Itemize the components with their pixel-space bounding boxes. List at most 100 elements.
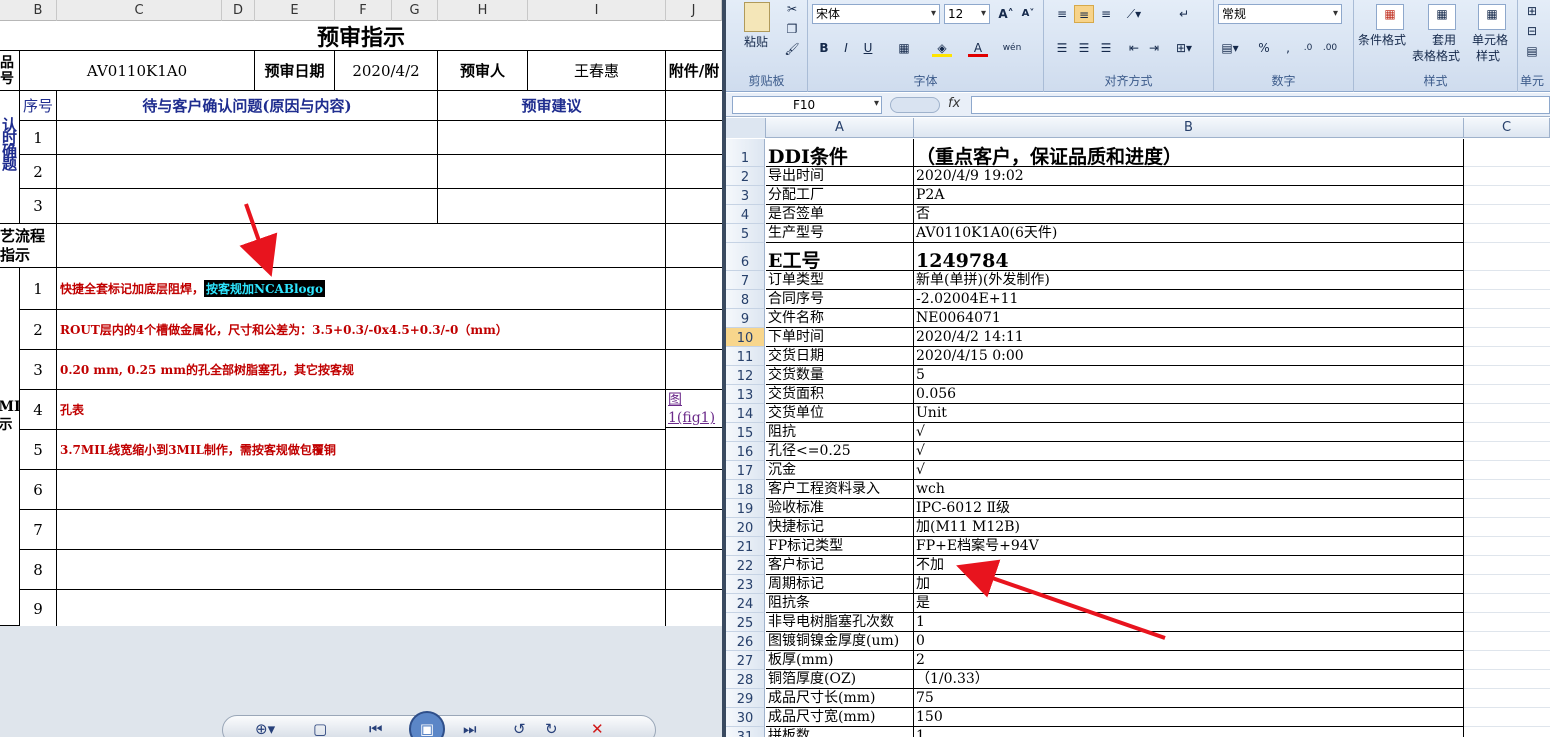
- cell-c[interactable]: [1464, 366, 1550, 385]
- cell-a[interactable]: 交货单位: [766, 404, 914, 423]
- align-top-icon[interactable]: ≡: [1052, 5, 1072, 23]
- confirm-advice-cell[interactable]: [438, 155, 666, 189]
- align-bottom-icon[interactable]: ≡: [1096, 5, 1116, 23]
- cell-b[interactable]: 加(M11 M12B): [914, 518, 1464, 537]
- row-header[interactable]: 5: [726, 224, 765, 243]
- cell-b[interactable]: Unit: [914, 404, 1464, 423]
- align-right-icon[interactable]: ☰: [1096, 39, 1116, 57]
- cell-b[interactable]: 1: [914, 727, 1464, 737]
- process-cell[interactable]: [57, 224, 666, 268]
- cell-a[interactable]: 阻抗: [766, 423, 914, 442]
- decrease-indent-icon[interactable]: ⇤: [1124, 39, 1144, 57]
- cell-c[interactable]: [1464, 205, 1550, 224]
- conditional-format-button[interactable]: 条件格式: [1358, 31, 1406, 48]
- row-header[interactable]: 23: [726, 575, 765, 594]
- cell-b[interactable]: （重点客户，保证品质和进度）: [914, 139, 1464, 167]
- cell-b[interactable]: 不加: [914, 556, 1464, 575]
- table-format-button-line1[interactable]: 套用: [1432, 31, 1456, 48]
- cell-c[interactable]: [1464, 613, 1550, 632]
- cell-c[interactable]: [1464, 186, 1550, 205]
- cell-b[interactable]: AV0110K1A0(6天件): [914, 224, 1464, 243]
- table-format-button-line2[interactable]: 表格格式: [1412, 47, 1460, 64]
- cell-c[interactable]: [1464, 442, 1550, 461]
- col-header[interactable]: H: [438, 0, 528, 21]
- cell-a[interactable]: 成品尺寸宽(mm): [766, 708, 914, 727]
- instruction-text-cell[interactable]: [57, 590, 666, 628]
- row-header[interactable]: 16: [726, 442, 765, 461]
- empty-cell[interactable]: [666, 224, 722, 268]
- fill-color-icon[interactable]: ◈: [932, 39, 952, 57]
- cell-c[interactable]: [1464, 708, 1550, 727]
- slideshow-icon[interactable]: ▣: [409, 711, 445, 737]
- row-header[interactable]: 8: [726, 290, 765, 309]
- rotate-left-icon[interactable]: ↺: [513, 720, 526, 737]
- confirm-question-cell[interactable]: [57, 155, 438, 189]
- format-cells-icon[interactable]: ▤: [1522, 42, 1542, 60]
- cell-style-button-line1[interactable]: 单元格: [1472, 31, 1508, 48]
- cell-a[interactable]: 是否签单: [766, 205, 914, 224]
- cell-b[interactable]: 否: [914, 205, 1464, 224]
- row-header[interactable]: 24: [726, 594, 765, 613]
- confirm-question-cell[interactable]: [57, 189, 438, 224]
- increase-decimal-icon[interactable]: .0: [1298, 39, 1318, 57]
- cell-b[interactable]: 150: [914, 708, 1464, 727]
- row-header[interactable]: 25: [726, 613, 765, 632]
- empty-cell[interactable]: [666, 189, 722, 224]
- cell-c[interactable]: [1464, 727, 1550, 737]
- col-header[interactable]: D: [222, 0, 255, 21]
- row-header[interactable]: 2: [726, 167, 765, 186]
- empty-cell[interactable]: [666, 590, 722, 628]
- cell-c[interactable]: [1464, 461, 1550, 480]
- orientation-icon[interactable]: ⟋▾: [1124, 5, 1144, 23]
- instruction-text-cell[interactable]: [57, 470, 666, 510]
- row-header[interactable]: 15: [726, 423, 765, 442]
- cell-a[interactable]: 周期标记: [766, 575, 914, 594]
- cell-c[interactable]: [1464, 404, 1550, 423]
- conditional-format-icon[interactable]: ▦: [1376, 4, 1404, 30]
- format-painter-icon[interactable]: 🖌: [782, 40, 802, 58]
- row-header[interactable]: 27: [726, 651, 765, 670]
- wrap-text-icon[interactable]: ↵: [1174, 5, 1194, 23]
- row-header[interactable]: 29: [726, 689, 765, 708]
- cell-c[interactable]: [1464, 290, 1550, 309]
- col-header[interactable]: F: [335, 0, 392, 21]
- confirm-question-cell[interactable]: [57, 121, 438, 155]
- empty-cell[interactable]: [666, 430, 722, 470]
- delete-icon[interactable]: ✕: [591, 720, 604, 737]
- empty-cell[interactable]: [666, 470, 722, 510]
- review-date[interactable]: 2020/4/2: [335, 51, 438, 91]
- row-header[interactable]: 26: [726, 632, 765, 651]
- row-header[interactable]: 11: [726, 347, 765, 366]
- font-color-icon[interactable]: A: [968, 39, 988, 57]
- row-header[interactable]: 31: [726, 727, 765, 737]
- row-header[interactable]: 19: [726, 499, 765, 518]
- cell-a[interactable]: 导出时间: [766, 167, 914, 186]
- cell-a[interactable]: 沉金: [766, 461, 914, 480]
- cell-a[interactable]: 交货日期: [766, 347, 914, 366]
- cell-b[interactable]: 75: [914, 689, 1464, 708]
- cut-icon[interactable]: ✂: [782, 0, 802, 18]
- cell-c[interactable]: [1464, 480, 1550, 499]
- cell-c[interactable]: [1464, 689, 1550, 708]
- name-box-dropdown-icon[interactable]: ▾: [874, 98, 879, 109]
- cell-a[interactable]: 交货数量: [766, 366, 914, 385]
- cell-b[interactable]: FP+E档案号+94V: [914, 537, 1464, 556]
- row-header[interactable]: 10: [726, 328, 765, 347]
- cell-b[interactable]: 0.056: [914, 385, 1464, 404]
- instruction-text-cell[interactable]: 0.20 mm, 0.25 mm的孔全部树脂塞孔，其它按客规: [57, 350, 666, 390]
- col-header[interactable]: C: [57, 0, 222, 21]
- cell-a[interactable]: 铜箔厚度(OZ): [766, 670, 914, 689]
- row-header[interactable]: 1: [726, 139, 765, 167]
- cell-b[interactable]: 2020/4/9 19:02: [914, 167, 1464, 186]
- cell-b[interactable]: 新单(单拼)(外发制作): [914, 271, 1464, 290]
- cell-c[interactable]: [1464, 518, 1550, 537]
- cell-b[interactable]: 2020/4/2 14:11: [914, 328, 1464, 347]
- col-header[interactable]: J: [666, 0, 722, 21]
- cell-c[interactable]: [1464, 575, 1550, 594]
- cell-a[interactable]: 订单类型: [766, 271, 914, 290]
- confirm-advice-cell[interactable]: [438, 121, 666, 155]
- cell-style-icon[interactable]: ▦: [1478, 4, 1506, 30]
- cell-c[interactable]: [1464, 271, 1550, 290]
- phonetic-icon[interactable]: wén: [1002, 39, 1022, 57]
- cell-b[interactable]: 2020/4/15 0:00: [914, 347, 1464, 366]
